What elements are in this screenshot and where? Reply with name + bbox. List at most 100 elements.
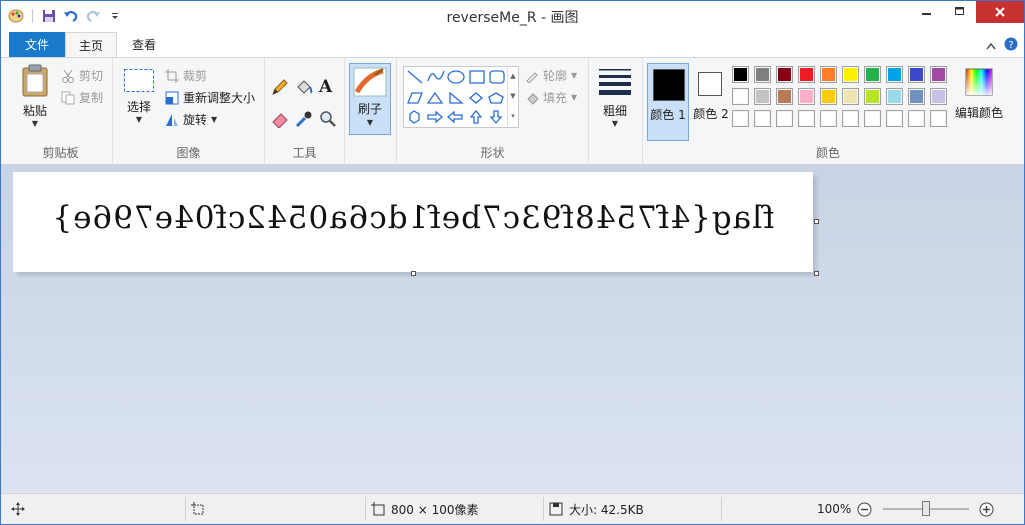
brushes-dropdown-icon[interactable]: ▼	[350, 118, 390, 127]
palette-swatch-fill	[844, 112, 857, 125]
image-dimensions: 800 × 100像素	[371, 494, 479, 524]
image-group: 选择 ▼ 裁剪 重新调整大小 旋转 ▼ 图像	[113, 58, 265, 164]
colors-group: 颜色 1 颜色 2 编辑颜色 颜色	[643, 58, 1013, 164]
canvas-text: flag{4f7548f93c7bef1dc6a0542cf04e796e}	[51, 200, 775, 236]
outline-button[interactable]: 轮廓 ▼	[525, 67, 577, 84]
maximize-button[interactable]	[943, 1, 976, 23]
status-bar: 800 × 100像素 大小: 42.5KB 100%	[1, 493, 1024, 524]
palette-swatch[interactable]	[842, 110, 859, 127]
crop-button[interactable]: 裁剪	[165, 67, 207, 84]
palette-swatch[interactable]	[754, 110, 771, 127]
palette-swatch[interactable]	[754, 66, 771, 83]
text-tool-icon[interactable]: A	[319, 77, 332, 97]
resize-handle-right[interactable]	[814, 219, 819, 224]
palette-swatch[interactable]	[864, 88, 881, 105]
palette-swatch[interactable]	[732, 88, 749, 105]
palette-swatch-fill	[932, 90, 945, 103]
color2-button[interactable]: 颜色 2	[691, 63, 731, 141]
color1-button[interactable]: 颜色 1	[647, 63, 689, 141]
shapes-gallery[interactable]	[403, 66, 519, 128]
palette-swatch[interactable]	[908, 88, 925, 105]
palette-swatch-fill	[888, 112, 901, 125]
fill-label: 填充	[543, 91, 568, 105]
palette-swatch[interactable]	[930, 110, 947, 127]
tools-group: A 工具	[265, 58, 345, 164]
palette-swatch[interactable]	[820, 110, 837, 127]
palette-swatch[interactable]	[842, 88, 859, 105]
palette-swatch[interactable]	[798, 110, 815, 127]
palette-swatch[interactable]	[908, 66, 925, 83]
crop-icon	[165, 68, 179, 83]
cut-label: 剪切	[79, 69, 104, 83]
window-title: reverseMe_R - 画图	[446, 10, 579, 26]
pencil-icon[interactable]	[271, 78, 289, 99]
select-dropdown-icon[interactable]: ▼	[136, 115, 142, 124]
palette-swatch[interactable]	[776, 88, 793, 105]
palette-swatch[interactable]	[820, 88, 837, 105]
ribbon-home: 粘贴 ▼ 剪切 复制 剪贴板 选择 ▼ 裁剪 重新调整大小 旋转 ▼ 图像 A …	[1, 57, 1024, 165]
clipboard-group-label: 剪贴板	[42, 146, 79, 160]
color-picker-icon[interactable]	[295, 110, 313, 131]
resize-button[interactable]: 重新调整大小	[165, 89, 255, 106]
palette-swatch[interactable]	[820, 66, 837, 83]
collapse-ribbon-icon[interactable]	[986, 39, 996, 53]
eraser-icon[interactable]	[271, 110, 289, 131]
tab-file[interactable]: 文件	[9, 32, 65, 57]
select-button[interactable]: 选择 ▼	[121, 68, 157, 124]
palette-swatch[interactable]	[798, 66, 815, 83]
palette-swatch[interactable]	[908, 110, 925, 127]
resize-handle-bottom[interactable]	[411, 271, 416, 276]
resize-handle-corner[interactable]	[814, 271, 819, 276]
palette-swatch[interactable]	[864, 110, 881, 127]
tab-view[interactable]: 查看	[119, 32, 169, 57]
close-button[interactable]	[976, 1, 1024, 23]
edit-colors-label: 编辑颜色	[954, 106, 1003, 120]
copy-button[interactable]: 复制	[61, 89, 103, 106]
fill-icon	[527, 92, 539, 105]
paste-dropdown-icon[interactable]: ▼	[32, 119, 38, 128]
tab-home[interactable]: 主页	[65, 32, 117, 57]
palette-swatch[interactable]	[886, 110, 903, 127]
palette-swatch[interactable]	[886, 88, 903, 105]
selection-size	[191, 494, 205, 524]
magnifier-icon[interactable]	[319, 110, 337, 131]
palette-swatch[interactable]	[732, 110, 749, 127]
ribbon-tabs: 文件 主页 查看 ?	[1, 32, 1024, 57]
fill-bucket-icon[interactable]	[295, 78, 313, 99]
color2-swatch	[698, 72, 722, 96]
palette-swatch-fill	[800, 112, 813, 125]
paste-button[interactable]: 粘贴 ▼	[15, 64, 55, 128]
copy-label: 复制	[79, 91, 104, 105]
minimize-button[interactable]	[910, 1, 943, 23]
rotate-dropdown-icon[interactable]: ▼	[211, 115, 217, 124]
palette-swatch-fill	[866, 112, 879, 125]
shapes-scroll[interactable]: ▲ ▼ ▾	[507, 66, 518, 126]
drawing-canvas[interactable]: flag{4f7548f93c7bef1dc6a0542cf04e796e}	[13, 172, 813, 272]
palette-swatch-fill	[888, 90, 901, 103]
help-icon[interactable]: ?	[1004, 37, 1018, 54]
image-size-icon	[371, 502, 385, 516]
palette-swatch[interactable]	[886, 66, 903, 83]
zoom-slider-thumb[interactable]	[922, 501, 930, 516]
brushes-button[interactable]: 刷子 ▼	[349, 63, 391, 135]
palette-swatch[interactable]	[930, 88, 947, 105]
edit-colors-button[interactable]: 编辑颜色	[953, 68, 1005, 121]
palette-swatch-fill	[800, 68, 813, 81]
palette-swatch[interactable]	[732, 66, 749, 83]
palette-swatch[interactable]	[864, 66, 881, 83]
zoom-in-button[interactable]	[979, 494, 994, 524]
cut-button[interactable]: 剪切	[61, 67, 103, 84]
palette-swatch[interactable]	[754, 88, 771, 105]
palette-swatch[interactable]	[776, 66, 793, 83]
palette-swatch[interactable]	[776, 110, 793, 127]
zoom-out-button[interactable]	[857, 494, 872, 524]
line-width-icon	[599, 69, 631, 95]
palette-swatch[interactable]	[798, 88, 815, 105]
rotate-button[interactable]: 旋转 ▼	[165, 111, 217, 128]
size-dropdown-icon[interactable]: ▼	[612, 119, 618, 128]
size-button[interactable]: 粗细 ▼	[597, 68, 633, 128]
select-label: 选择	[126, 100, 151, 114]
palette-swatch[interactable]	[930, 66, 947, 83]
fill-button[interactable]: 填充 ▼	[525, 89, 577, 106]
palette-swatch[interactable]	[842, 66, 859, 83]
